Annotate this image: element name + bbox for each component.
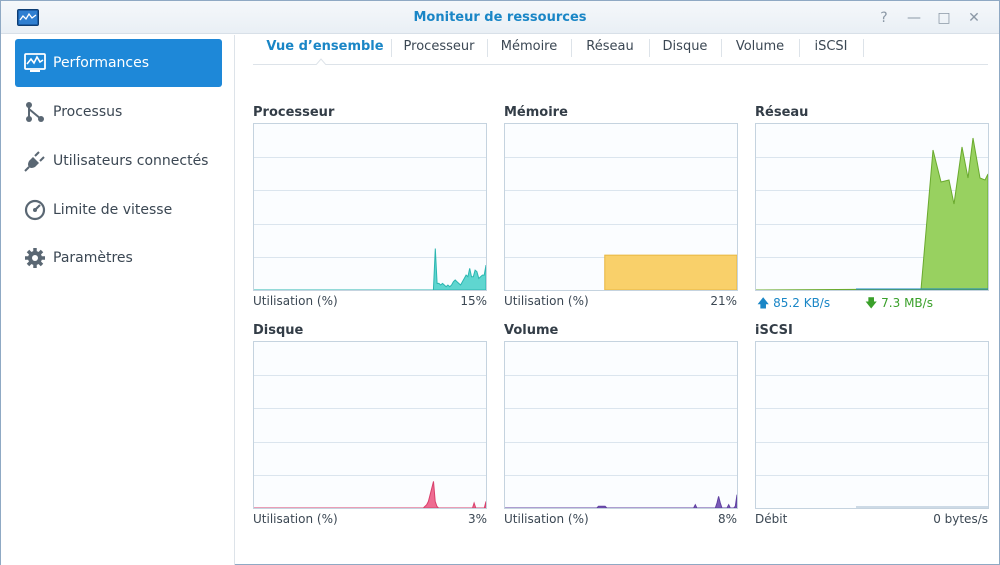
sidebar-item-label: Paramètres bbox=[53, 250, 133, 266]
iscsi-panel-title: iSCSI bbox=[755, 323, 793, 338]
chart-svg bbox=[254, 157, 486, 290]
tab-memoire[interactable]: Mémoire bbox=[487, 35, 571, 65]
chart-svg bbox=[505, 157, 737, 290]
plug-icon bbox=[23, 149, 47, 173]
memory-usage-label: Utilisation (%) bbox=[504, 294, 589, 308]
sidebar-item-label: Utilisateurs connectés bbox=[53, 153, 209, 169]
sidebar-item-processus[interactable]: Processus bbox=[15, 88, 222, 136]
network-chart bbox=[755, 123, 989, 291]
tab-iscsi[interactable]: iSCSI bbox=[799, 35, 863, 65]
network-download-value: 7.3 MB/s bbox=[881, 296, 933, 310]
maximize-icon[interactable]: □ bbox=[934, 8, 954, 28]
active-tab-pointer bbox=[315, 58, 327, 66]
tab-reseau[interactable]: Réseau bbox=[571, 35, 649, 65]
sidebar-item-limite-de-vitesse[interactable]: Limite de vitesse bbox=[15, 186, 222, 234]
series-area bbox=[254, 248, 486, 290]
window-title: Moniteur de ressources bbox=[413, 10, 587, 25]
tab-volume[interactable]: Volume bbox=[721, 35, 799, 65]
disk-panel-title: Disque bbox=[253, 323, 304, 338]
sidebar-item-utilisateurs-connectes[interactable]: Utilisateurs connectés bbox=[15, 137, 222, 185]
disk-chart bbox=[253, 341, 487, 509]
sidebar-item-performances[interactable]: Performances bbox=[15, 39, 222, 87]
network-upload-value: 85.2 KB/s bbox=[773, 296, 831, 310]
network-upload: 🡅 85.2 KB/s bbox=[757, 294, 830, 315]
process-icon bbox=[23, 100, 47, 124]
chart-svg bbox=[756, 375, 988, 508]
tab-separator bbox=[863, 39, 864, 57]
cpu-usage-value: 15% bbox=[460, 294, 487, 308]
iscsi-throughput-value: 0 bytes/s bbox=[933, 512, 988, 526]
upload-arrow-icon: 🡅 bbox=[757, 296, 770, 310]
gear-icon bbox=[23, 246, 47, 270]
speedometer-icon bbox=[23, 198, 47, 222]
sidebar-item-label: Performances bbox=[53, 55, 150, 71]
network-panel-title: Réseau bbox=[755, 105, 809, 120]
iscsi-chart bbox=[755, 341, 989, 509]
title-bar: Moniteur de ressources ? — □ ✕ bbox=[1, 1, 999, 34]
iscsi-throughput-label: Débit bbox=[755, 512, 788, 526]
sidebar-item-label: Limite de vitesse bbox=[53, 202, 173, 218]
tab-bar: Vue d’ensemble Processeur Mémoire Réseau… bbox=[253, 35, 988, 65]
chart-svg bbox=[254, 375, 486, 508]
chart-svg bbox=[505, 375, 737, 508]
volume-usage-value: 8% bbox=[717, 512, 737, 526]
close-icon[interactable]: ✕ bbox=[964, 8, 984, 28]
help-icon[interactable]: ? bbox=[874, 8, 894, 28]
cpu-panel-title: Processeur bbox=[253, 105, 335, 120]
series-area bbox=[254, 481, 486, 508]
memory-usage-area bbox=[604, 254, 737, 290]
sidebar: Performances Processus Utilisateurs conn… bbox=[1, 35, 235, 565]
memory-chart bbox=[504, 123, 738, 291]
memory-usage-value: 21% bbox=[710, 294, 737, 308]
tab-processeur[interactable]: Processeur bbox=[391, 35, 487, 65]
cpu-chart bbox=[253, 123, 487, 291]
download-arrow-icon: 🡇 bbox=[865, 296, 878, 310]
performance-chart-icon bbox=[23, 51, 47, 75]
network-download: 🡇 7.3 MB/s bbox=[865, 294, 933, 315]
memory-panel-title: Mémoire bbox=[504, 105, 568, 120]
sidebar-item-label: Processus bbox=[53, 104, 123, 120]
download-series-area bbox=[756, 137, 988, 290]
volume-panel-title: Volume bbox=[504, 323, 559, 338]
sidebar-item-parametres[interactable]: Paramètres bbox=[15, 234, 222, 282]
volume-chart bbox=[504, 341, 738, 509]
chart-svg bbox=[756, 137, 988, 290]
cpu-usage-label: Utilisation (%) bbox=[253, 294, 338, 308]
series-area bbox=[505, 494, 737, 508]
tab-disque[interactable]: Disque bbox=[649, 35, 721, 65]
disk-usage-label: Utilisation (%) bbox=[253, 512, 338, 526]
minimize-icon[interactable]: — bbox=[904, 8, 924, 28]
volume-usage-label: Utilisation (%) bbox=[504, 512, 589, 526]
disk-usage-value: 3% bbox=[467, 512, 487, 526]
